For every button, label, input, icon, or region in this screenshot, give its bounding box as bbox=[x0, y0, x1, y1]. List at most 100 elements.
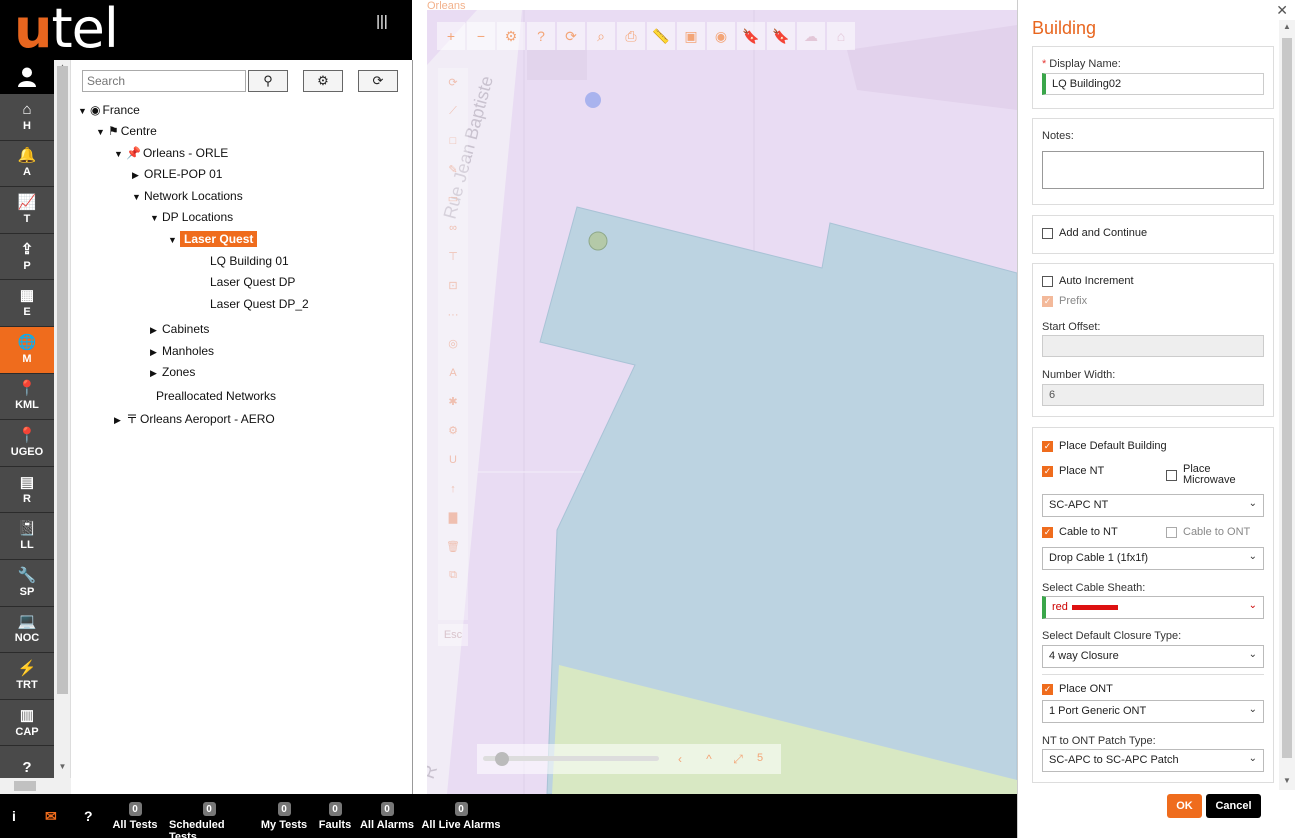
tree-node[interactable]: ▶ 〒 Orleans Aeroport - AERO bbox=[114, 411, 275, 428]
crop-icon[interactable]: ⊡ bbox=[438, 271, 468, 300]
draw-line-icon[interactable]: ⟋ bbox=[438, 97, 468, 126]
place-ont-checkbox[interactable]: ✓ Place ONT bbox=[1042, 683, 1113, 695]
cable-select[interactable]: Drop Cable 1 (1fx1f) ⌄ bbox=[1042, 547, 1264, 570]
chevron-left-icon[interactable]: ‹ bbox=[669, 748, 691, 770]
help-icon[interactable]: ? bbox=[84, 808, 93, 824]
status-item[interactable]: 0 All Tests bbox=[95, 802, 175, 831]
split-icon[interactable]: ⊤ bbox=[438, 242, 468, 271]
info-icon[interactable]: i bbox=[12, 808, 16, 824]
scroll-down-icon[interactable]: ▼ bbox=[57, 762, 68, 772]
closure-select[interactable]: 4 way Closure ⌄ bbox=[1042, 645, 1264, 668]
tree-search-input[interactable] bbox=[82, 70, 246, 92]
cancel-button[interactable]: Cancel bbox=[1206, 794, 1261, 818]
help-icon[interactable]: ? bbox=[527, 22, 555, 50]
mail-icon[interactable]: ✉ bbox=[45, 808, 57, 825]
asterisk-icon[interactable]: ✱ bbox=[438, 387, 468, 416]
notes-textarea[interactable] bbox=[1042, 151, 1264, 189]
scroll-up-icon[interactable]: ▲ bbox=[1282, 22, 1292, 31]
text-icon[interactable]: A bbox=[438, 358, 468, 387]
caret-right-icon[interactable]: ▶ bbox=[114, 412, 126, 428]
edit-icon[interactable]: ✎ bbox=[438, 155, 468, 184]
place-default-building-checkbox[interactable]: ✓ Place Default Building bbox=[1042, 440, 1167, 452]
cabinet-icon[interactable]: ▇ bbox=[438, 503, 468, 532]
zoom-slider-handle[interactable] bbox=[495, 752, 509, 766]
chevron-up-icon[interactable]: ^ bbox=[698, 748, 720, 770]
rail-item-publish[interactable]: ⇪ P bbox=[0, 233, 54, 281]
close-icon[interactable]: ✕ bbox=[1276, 2, 1288, 19]
ruler-icon[interactable]: 📏 bbox=[647, 22, 675, 50]
status-item[interactable]: 0 All Live Alarms bbox=[421, 802, 501, 831]
esc-button[interactable]: Esc bbox=[438, 624, 468, 646]
rail-item-settings-tools[interactable]: 🔧 SP bbox=[0, 559, 54, 607]
zoom-in-icon[interactable]: + bbox=[437, 22, 465, 50]
eye-icon[interactable]: ◉ bbox=[707, 22, 735, 50]
caret-down-icon[interactable]: ▼ bbox=[150, 210, 162, 226]
auto-increment-checkbox[interactable]: Auto Increment bbox=[1042, 275, 1134, 287]
bookmark-icon[interactable]: 🔖 bbox=[737, 22, 765, 50]
hscroll-thumb[interactable] bbox=[14, 781, 36, 791]
rail-item-map[interactable]: 🌐 M bbox=[0, 326, 54, 374]
add-continue-checkbox[interactable]: Add and Continue bbox=[1042, 227, 1147, 239]
scroll-thumb[interactable] bbox=[57, 66, 68, 694]
rail-item-noc[interactable]: 💻 NOC bbox=[0, 606, 54, 654]
trash-icon[interactable]: 🗑 bbox=[438, 532, 468, 561]
search-icon[interactable]: ⌕ bbox=[587, 22, 615, 50]
sheath-select[interactable]: red ⌄ bbox=[1042, 596, 1264, 619]
ont-select[interactable]: 1 Port Generic ONT ⌄ bbox=[1042, 700, 1264, 723]
rail-item-home[interactable]: ⌂ H bbox=[0, 94, 54, 141]
place-microwave-checkbox[interactable]: Place Microwave bbox=[1166, 464, 1239, 486]
scroll-down-icon[interactable]: ▼ bbox=[1282, 776, 1292, 785]
tree-node[interactable]: Preallocated Networks bbox=[144, 388, 276, 404]
search-button[interactable]: ⚲ bbox=[248, 70, 288, 92]
layout-icon[interactable]: ▣ bbox=[677, 22, 705, 50]
caret-right-icon[interactable]: ▶ bbox=[150, 322, 162, 338]
tree-node[interactable]: ▶ Manholes bbox=[150, 343, 214, 360]
ok-button[interactable]: OK bbox=[1167, 794, 1202, 818]
caret-down-icon[interactable]: ▼ bbox=[132, 189, 144, 205]
caret-down-icon[interactable]: ▼ bbox=[78, 103, 90, 119]
caret-right-icon[interactable]: ▶ bbox=[150, 365, 162, 381]
rotate-icon[interactable]: ⟳ bbox=[438, 68, 468, 97]
zoom-slider[interactable] bbox=[483, 756, 659, 761]
settings-button[interactable]: ⚙ bbox=[303, 70, 343, 92]
tree-node[interactable]: LQ Building 01 bbox=[198, 253, 289, 269]
expand-icon[interactable]: ⤢ bbox=[727, 748, 749, 770]
rail-item-ugeo[interactable]: 📍 UGEO bbox=[0, 420, 54, 467]
rail-item-alarms[interactable]: 🔔 A bbox=[0, 140, 54, 188]
rail-item-equipment[interactable]: ▦ E bbox=[0, 280, 54, 327]
dots-icon[interactable]: ··· bbox=[438, 300, 468, 329]
refresh-button[interactable]: ⟳ bbox=[358, 70, 398, 92]
zoom-out-icon[interactable]: − bbox=[467, 22, 495, 50]
form-scrollbar[interactable]: ▲ ▼ bbox=[1279, 20, 1295, 790]
rail-item-capacity[interactable]: ▥ CAP bbox=[0, 699, 54, 747]
display-name-input[interactable]: LQ Building02 bbox=[1042, 73, 1264, 95]
tree-node[interactable]: ▼ Network Locations bbox=[132, 188, 243, 205]
tree-node[interactable]: Laser Quest DP_2 bbox=[198, 296, 309, 312]
link-icon[interactable]: ∞ bbox=[438, 213, 468, 242]
cog-icon[interactable]: ⚙ bbox=[438, 416, 468, 445]
arrow-up-icon[interactable]: ↑ bbox=[438, 474, 468, 503]
cable-to-nt-checkbox[interactable]: ✓ Cable to NT bbox=[1042, 526, 1118, 538]
tree-node[interactable]: ▼ DP Locations bbox=[150, 209, 233, 226]
rail-item-reports[interactable]: ▤ R bbox=[0, 466, 54, 514]
nt-type-select[interactable]: SC-APC NT ⌄ bbox=[1042, 494, 1264, 517]
caret-down-icon[interactable]: ▼ bbox=[114, 146, 126, 162]
rail-item-kml[interactable]: 📍 KML bbox=[0, 373, 54, 421]
rail-item-trt[interactable]: ⚡ TRT bbox=[0, 653, 54, 700]
status-item[interactable]: 0 All Alarms bbox=[347, 802, 427, 831]
caret-right-icon[interactable]: ▶ bbox=[132, 167, 144, 183]
rail-item-tests[interactable]: 📈 T bbox=[0, 187, 54, 234]
print-icon[interactable]: ⎙ bbox=[617, 22, 645, 50]
cable-to-ont-checkbox[interactable]: Cable to ONT bbox=[1166, 526, 1250, 538]
caret-down-icon[interactable]: ▼ bbox=[96, 124, 108, 140]
tree-node[interactable]: ▶ Cabinets bbox=[150, 321, 209, 338]
tree-node[interactable]: Laser Quest DP bbox=[198, 274, 295, 290]
status-item[interactable]: 0 Scheduled Tests bbox=[169, 802, 249, 838]
magnet-icon[interactable]: U bbox=[438, 445, 468, 474]
target-icon[interactable]: ◎ bbox=[438, 329, 468, 358]
user-icon[interactable] bbox=[0, 60, 54, 94]
tree-node[interactable]: ▼ ◉ France bbox=[78, 102, 140, 119]
tree-node[interactable]: ▶ ORLE-POP 01 bbox=[132, 166, 222, 183]
map-canvas[interactable]: Rue Jean Baptiste R bbox=[427, 10, 1017, 794]
tree-node[interactable]: ▼ Laser Quest bbox=[168, 231, 258, 248]
